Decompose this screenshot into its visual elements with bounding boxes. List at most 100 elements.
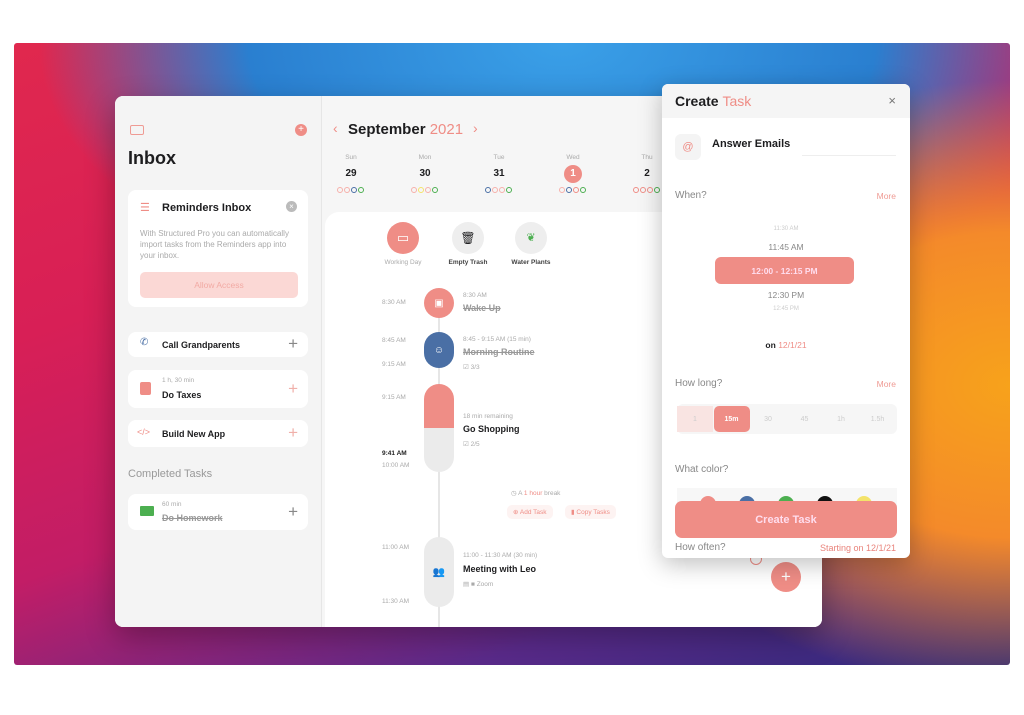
alarm-icon[interactable]: ▣ <box>424 288 454 318</box>
monitor-icon[interactable]: ▭ <box>387 222 419 254</box>
task-duration: 1 h, 30 min <box>162 377 195 384</box>
trash-icon[interactable]: 🗑 <box>452 222 484 254</box>
time-label: 9:15 AM <box>382 394 406 401</box>
input-underline <box>802 155 896 156</box>
day-of-week: Tue <box>493 154 505 161</box>
close-icon[interactable]: × <box>888 93 896 108</box>
next-month-icon[interactable]: › <box>473 120 478 136</box>
phone-icon: ✆ <box>140 337 149 348</box>
selected-time-option[interactable]: 12:00 - 12:15 PM <box>715 257 854 284</box>
title-part: Create <box>675 93 719 109</box>
reminders-title: Reminders Inbox <box>162 202 252 214</box>
event-time: 8:30 AM <box>463 292 487 299</box>
when-label: When? <box>675 190 707 201</box>
task-dot <box>351 187 357 193</box>
day-of-week: Thu <box>641 154 653 161</box>
task-title: Do Taxes <box>162 390 202 400</box>
reminders-body: With Structured Pro you can automaticall… <box>140 229 289 260</box>
completed-header: Completed Tasks <box>128 468 213 480</box>
subtasks-count: ☑ 3/3 <box>463 364 480 371</box>
how-long-more-link[interactable]: More <box>877 379 896 389</box>
people-icon[interactable]: 👥 <box>424 537 454 607</box>
day-number[interactable]: 2 <box>638 165 656 183</box>
date-link[interactable]: 12/1/21 <box>778 340 806 350</box>
task-dot <box>647 187 653 193</box>
on-label: on <box>765 340 776 350</box>
day-of-week: Wed <box>566 154 580 161</box>
at-sign-icon[interactable]: @ <box>675 134 701 160</box>
day-task-dots <box>485 187 512 193</box>
duration-option[interactable]: 30 <box>750 406 786 432</box>
subtasks-value: 2/5 <box>470 441 480 448</box>
task-dot <box>358 187 364 193</box>
time-option[interactable]: 11:45 AM <box>662 242 910 252</box>
event-title[interactable]: Morning Routine <box>463 347 535 357</box>
day-of-week: Mon <box>418 154 432 161</box>
day-number[interactable]: 31 <box>490 165 508 183</box>
time-label: 8:45 AM <box>382 337 406 344</box>
event-time: 11:00 - 11:30 AM (30 min) <box>463 552 538 559</box>
allday-label: Working Day <box>384 259 422 266</box>
completed-task-item[interactable]: 60 min Do Homework + <box>128 494 308 530</box>
subtasks-count: ☑ 2/5 <box>463 441 480 448</box>
add-to-timeline-icon[interactable]: + <box>288 502 298 522</box>
how-often-value[interactable]: Starting on 12/1/21 <box>820 543 896 553</box>
sidebar: + Inbox ☰ Reminders Inbox × With Structu… <box>115 96 322 627</box>
task-item[interactable]: </> Build New App + <box>128 420 308 447</box>
time-option[interactable]: 12:45 PM <box>662 306 910 312</box>
create-task-panel: Create Task × @ Answer Emails When? More… <box>662 84 910 558</box>
time-label: 9:15 AM <box>382 361 406 368</box>
task-dot <box>654 187 660 193</box>
task-title: Call Grandparents <box>162 340 241 350</box>
sidebar-toggle-icon[interactable] <box>130 125 144 135</box>
day-number[interactable]: 30 <box>416 165 434 183</box>
task-name-input[interactable]: Answer Emails <box>712 138 790 150</box>
add-icon[interactable]: + <box>295 124 307 136</box>
add-task-fab[interactable]: + <box>771 562 801 592</box>
time-option[interactable]: 11:30 AM <box>662 226 910 232</box>
what-color-label: What color? <box>675 464 729 475</box>
day-number[interactable]: 1 <box>564 165 582 183</box>
task-dot <box>418 187 424 193</box>
task-dot <box>559 187 565 193</box>
break-info: ◷ A 1 hour break <box>511 490 561 497</box>
add-to-timeline-icon[interactable]: + <box>288 423 298 443</box>
duration-option[interactable]: 1h <box>823 406 859 432</box>
duration-option[interactable]: 45 <box>787 406 823 432</box>
leaf-icon[interactable]: ❦ <box>515 222 547 254</box>
event-title[interactable]: Wake Up <box>463 303 501 313</box>
duration-option[interactable]: 15m <box>713 406 750 432</box>
event-title[interactable]: Go Shopping <box>463 424 520 434</box>
duration-option[interactable]: 1.5h <box>860 406 896 432</box>
book-icon <box>140 506 154 516</box>
task-dot <box>506 187 512 193</box>
event-title[interactable]: Meeting with Leo <box>463 564 536 574</box>
prev-month-icon[interactable]: ‹ <box>333 120 338 136</box>
add-to-timeline-icon[interactable]: + <box>288 334 298 354</box>
add-to-timeline-icon[interactable]: + <box>288 379 298 399</box>
when-more-link[interactable]: More <box>877 191 896 201</box>
day-of-week: Sun <box>345 154 357 161</box>
task-item[interactable]: 1 h, 30 min Do Taxes + <box>128 370 308 408</box>
task-dot <box>337 187 343 193</box>
day-task-dots <box>411 187 438 193</box>
copy-tasks-label: Copy Tasks <box>576 509 610 516</box>
allday-label: Water Plants <box>511 259 551 266</box>
task-dot <box>485 187 491 193</box>
date-line: on 12/1/21 <box>662 340 910 350</box>
break-suffix: break <box>544 490 561 497</box>
duration-option[interactable]: 1 <box>677 406 713 432</box>
add-task-button[interactable]: ⊕ Add Task <box>507 505 553 519</box>
smile-icon[interactable]: ☺ <box>424 332 454 368</box>
reminders-card: ☰ Reminders Inbox × With Structured Pro … <box>128 190 308 307</box>
time-option[interactable]: 12:30 PM <box>662 290 910 300</box>
title-part: Task <box>722 93 752 109</box>
shopping-cart-icon[interactable] <box>424 384 454 472</box>
task-item[interactable]: ✆ Call Grandparents + <box>128 332 308 357</box>
create-task-button[interactable]: Create Task <box>675 501 897 538</box>
copy-tasks-button[interactable]: ▮ Copy Tasks <box>565 505 616 519</box>
task-dot <box>411 187 417 193</box>
allow-access-button[interactable]: Allow Access <box>140 272 298 298</box>
day-number[interactable]: 29 <box>342 165 360 183</box>
close-card-icon[interactable]: × <box>286 201 297 212</box>
